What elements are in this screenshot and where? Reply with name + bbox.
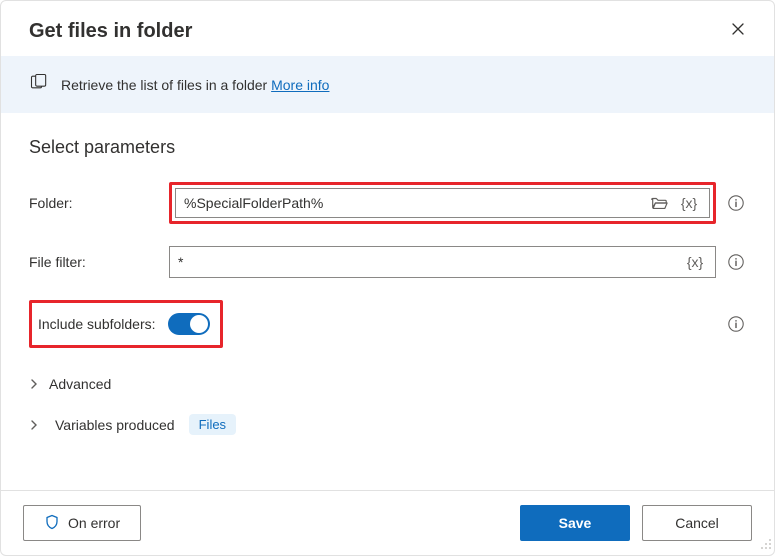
chevron-right-icon — [29, 379, 41, 389]
shield-icon — [44, 514, 60, 533]
on-error-label: On error — [68, 515, 120, 531]
folder-row: Folder: {x} — [29, 182, 746, 224]
include-subfolders-row: Include subfolders: — [29, 300, 746, 348]
include-subfolders-toggle[interactable] — [168, 313, 210, 335]
cancel-button[interactable]: Cancel — [642, 505, 752, 541]
filter-label: File filter: — [29, 254, 169, 270]
more-info-link[interactable]: More info — [271, 77, 329, 93]
variable-picker-icon[interactable]: {x} — [677, 191, 701, 215]
advanced-label: Advanced — [49, 376, 111, 392]
variables-expander[interactable]: Variables produced Files — [29, 408, 746, 441]
toggle-knob — [190, 315, 208, 333]
variables-label: Variables produced — [55, 417, 175, 433]
folder-input[interactable] — [184, 195, 647, 211]
folder-input-wrapper: {x} — [175, 188, 710, 218]
info-text: Retrieve the list of files in a folder M… — [61, 77, 329, 93]
folder-field-highlight: {x} — [169, 182, 716, 224]
info-bar: Retrieve the list of files in a folder M… — [1, 56, 774, 113]
content-area: Select parameters Folder: {x} — [1, 113, 774, 490]
dialog-title: Get files in folder — [29, 20, 192, 43]
include-info-icon[interactable] — [726, 314, 746, 334]
variable-pill-files[interactable]: Files — [189, 414, 236, 435]
folder-label: Folder: — [29, 195, 169, 211]
info-text-content: Retrieve the list of files in a folder — [61, 77, 267, 93]
save-button[interactable]: Save — [520, 505, 630, 541]
include-highlight: Include subfolders: — [29, 300, 223, 348]
title-bar: Get files in folder — [1, 1, 774, 56]
filter-input-wrapper: {x} — [169, 246, 716, 278]
advanced-expander[interactable]: Advanced — [29, 370, 746, 398]
chevron-right-icon — [29, 420, 41, 430]
close-icon[interactable] — [724, 17, 752, 46]
browse-folder-icon[interactable] — [647, 191, 671, 215]
on-error-button[interactable]: On error — [23, 505, 141, 541]
dialog-footer: On error Save Cancel — [1, 490, 774, 555]
filter-row: File filter: {x} — [29, 246, 746, 278]
files-in-folder-icon — [29, 72, 49, 97]
get-files-dialog: Get files in folder Retrieve the list of… — [0, 0, 775, 556]
filter-input[interactable] — [178, 254, 683, 270]
folder-info-icon[interactable] — [726, 193, 746, 213]
include-subfolders-label: Include subfolders: — [38, 316, 156, 332]
filter-info-icon[interactable] — [726, 252, 746, 272]
variable-picker-icon[interactable]: {x} — [683, 250, 707, 274]
section-title: Select parameters — [29, 137, 746, 158]
